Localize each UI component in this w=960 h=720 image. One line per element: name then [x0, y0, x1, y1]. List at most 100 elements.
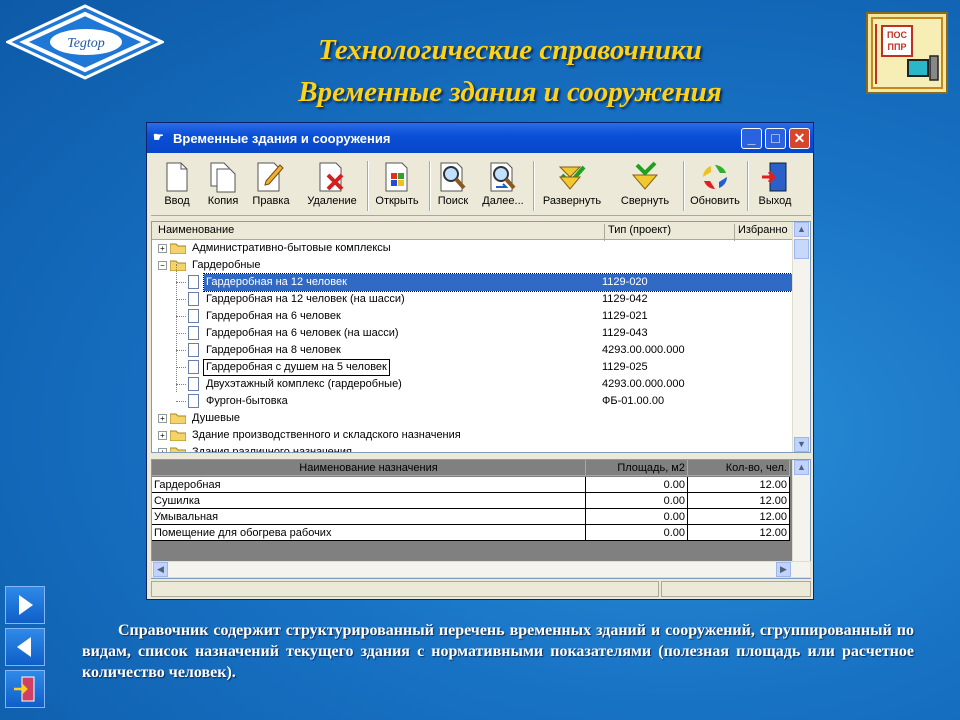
grid-header-people[interactable]: Кол-во, чел.	[688, 460, 790, 476]
tree-group-row[interactable]: − Гардеробные	[152, 257, 794, 274]
toolbar-label: Свернуть	[620, 195, 670, 207]
status-pane-main	[151, 581, 659, 597]
tree-item-name: Гардеробная на 6 человек (на шасси)	[206, 327, 399, 339]
expand-toggle[interactable]: +	[158, 431, 167, 440]
scroll-thumb[interactable]	[794, 239, 809, 259]
tree-item-type: 1129-020	[602, 276, 648, 288]
minimize-button[interactable]: _	[741, 128, 762, 149]
toolbar-expand-button[interactable]: Развернуть	[539, 157, 605, 215]
expand-toggle[interactable]: +	[158, 244, 167, 253]
tree-item-row[interactable]: Гардеробная на 6 человек 1129-021	[152, 308, 794, 325]
next-slide-button[interactable]	[5, 586, 45, 624]
document-icon	[188, 377, 199, 391]
toolbar-label: Правка	[252, 195, 290, 207]
toolbar-edit-button[interactable]: Правка	[249, 157, 293, 215]
folder-icon	[170, 430, 186, 441]
search-next-icon	[490, 162, 516, 192]
tree-connector-line	[176, 333, 186, 334]
toolbar-label: Далее...	[482, 195, 524, 207]
toolbar-collapse-button[interactable]: Свернуть	[615, 157, 675, 215]
tree-item-row[interactable]: Гардеробная на 6 человек (на шасси) 1129-…	[152, 325, 794, 342]
tree-connector-line	[176, 350, 186, 351]
edit-pencil-icon	[257, 162, 284, 192]
tree-item-row[interactable]: Гардеробная на 12 человек 1129-020	[152, 273, 794, 292]
grid-cell-name[interactable]: Сушилка	[152, 493, 586, 509]
scroll-right-button[interactable]: ▶	[776, 562, 791, 577]
scroll-up-button[interactable]: ▲	[794, 460, 809, 475]
toolbar-search-button[interactable]: Поиск	[435, 157, 471, 215]
toolbar-exit-button[interactable]: Выход	[755, 157, 795, 215]
grid-row[interactable]: Помещение для обогрева рабочих 0.00 12.00	[152, 525, 790, 541]
grid-cell-people[interactable]: 12.00	[688, 477, 790, 493]
grid-cell-people[interactable]: 12.00	[688, 509, 790, 525]
grid-row[interactable]: Умывальная 0.00 12.00	[152, 509, 790, 525]
tree-item-row[interactable]: Двухэтажный комплекс (гардеробные) 4293.0…	[152, 376, 794, 393]
toolbar-separator	[429, 161, 431, 211]
collapse-toggle[interactable]: −	[158, 261, 167, 270]
toolbar-search-next-button[interactable]: Далее...	[479, 157, 527, 215]
slide-description: Справочник содержит структурированный пе…	[82, 622, 914, 681]
toolbar-copy-button[interactable]: Копия	[203, 157, 243, 215]
expand-icon	[558, 165, 586, 190]
tree-item-type: 1129-025	[602, 361, 648, 373]
grid-cell-name[interactable]: Помещение для обогрева рабочих	[152, 525, 586, 541]
grid-row[interactable]: Сушилка 0.00 12.00	[152, 493, 790, 509]
tree-connector-line	[176, 282, 186, 283]
scroll-left-button[interactable]: ◀	[153, 562, 168, 577]
grid-horizontal-scrollbar[interactable]: ◀ ▶	[151, 561, 811, 578]
window-titlebar[interactable]: ☛ Временные здания и сооружения _ □ ✕	[147, 123, 813, 153]
tree-item-name: Здания различного назначения	[192, 446, 352, 453]
grid-cell-name[interactable]: Умывальная	[152, 509, 586, 525]
grid-cell-people[interactable]: 12.00	[688, 525, 790, 541]
toolbar-new-button[interactable]: Ввод	[157, 157, 197, 215]
tree-item-type: 4293.00.000.000	[602, 378, 685, 390]
tree-group-row[interactable]: + Душевые	[152, 410, 794, 427]
status-pane-secondary	[661, 581, 811, 597]
maximize-button[interactable]: □	[765, 128, 786, 149]
toolbar-refresh-button[interactable]: Обновить	[687, 157, 743, 215]
tree-group-row[interactable]: + Здания различного назначения	[152, 444, 794, 453]
tree-item-row[interactable]: Гардеробная с душем на 5 человек 1129-025	[152, 359, 794, 376]
previous-slide-button[interactable]	[5, 628, 45, 666]
status-bar	[151, 581, 811, 597]
tree-item-name: Гардеробная с душем на 5 человек	[203, 359, 390, 376]
toolbar-open-button[interactable]: Открыть	[373, 157, 421, 215]
grid-cell-area[interactable]: 0.00	[586, 493, 688, 509]
tree-item-row[interactable]: Гардеробная на 8 человек 4293.00.000.000	[152, 342, 794, 359]
tree-item-name: Гардеробная на 12 человек	[203, 273, 793, 292]
expand-toggle[interactable]: +	[158, 448, 167, 452]
toolbar-label: Удаление	[307, 195, 357, 207]
document-icon	[188, 326, 199, 340]
tree-vertical-scrollbar[interactable]: ▲ ▼	[792, 222, 810, 452]
document-icon	[188, 275, 199, 289]
tree-item-row[interactable]: Гардеробная на 12 человек (на шасси) 1129…	[152, 291, 794, 308]
exit-slideshow-button[interactable]	[5, 670, 45, 708]
scroll-down-button[interactable]: ▼	[794, 437, 809, 452]
refresh-icon	[703, 165, 727, 189]
grid-header-name[interactable]: Наименование назначения	[152, 460, 586, 476]
expand-toggle[interactable]: +	[158, 414, 167, 423]
toolbar-separator	[533, 161, 535, 211]
grid-cell-area[interactable]: 0.00	[586, 477, 688, 493]
grid-cell-people[interactable]: 12.00	[688, 493, 790, 509]
document-icon	[188, 394, 199, 408]
scroll-up-button[interactable]: ▲	[794, 222, 809, 237]
tree-group-row[interactable]: + Здание производственного и складского н…	[152, 427, 794, 444]
toolbar-separator	[367, 161, 369, 211]
grid-cell-area[interactable]: 0.00	[586, 525, 688, 541]
copy-icon	[210, 162, 236, 193]
toolbar-label: Открыть	[375, 195, 419, 207]
grid-cell-name[interactable]: Гардеробная	[152, 477, 586, 493]
toolbar-delete-button[interactable]: Удаление	[303, 157, 361, 215]
tree-item-name: Гардеробные	[192, 259, 261, 271]
toolbar-label: Поиск	[437, 195, 469, 207]
grid-header-area[interactable]: Площадь, м2	[586, 460, 688, 476]
toolbar-label: Выход	[758, 195, 792, 207]
tree-group-row[interactable]: + Административно-бытовые комплексы	[152, 240, 794, 257]
toolbar-label: Развернуть	[542, 195, 602, 207]
close-button[interactable]: ✕	[789, 128, 810, 149]
grid-cell-area[interactable]: 0.00	[586, 509, 688, 525]
grid-row[interactable]: Гардеробная 0.00 12.00	[152, 477, 790, 493]
tree-item-row[interactable]: Фургон-бытовка ФБ-01.00.00	[152, 393, 794, 410]
buildings-tree[interactable]: Наименование Тип (проект) Избранно + Адми…	[151, 221, 811, 453]
